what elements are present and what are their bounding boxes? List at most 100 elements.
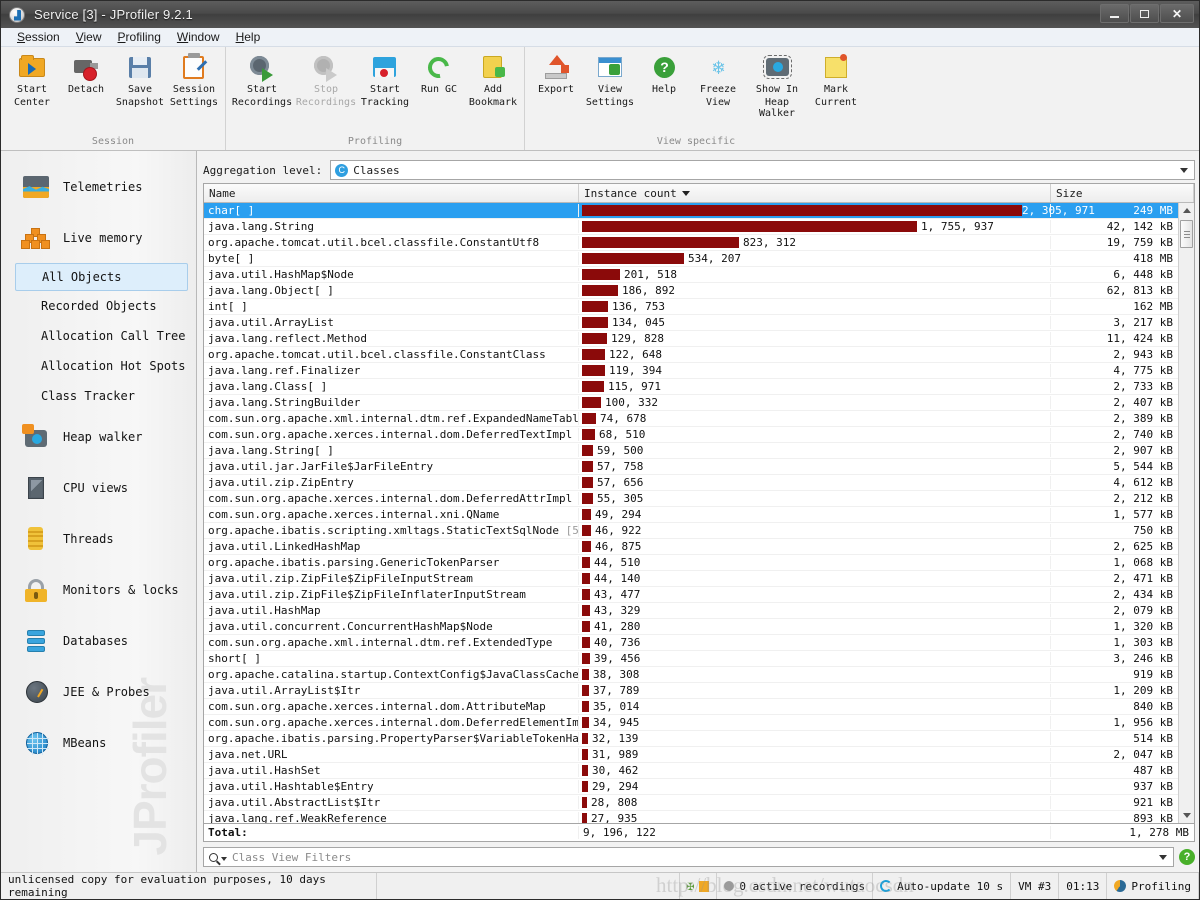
mark-current-button[interactable]: Mark Current	[809, 52, 863, 108]
table-row[interactable]: org.apache.tomcat.util.bcel.classfile.Co…	[204, 235, 1178, 251]
flag-icon[interactable]	[699, 880, 710, 892]
table-row[interactable]: com.sun.org.apache.xerces.internal.xni.Q…	[204, 507, 1178, 523]
sidebar-item-all-objects[interactable]: All Objects	[15, 263, 188, 291]
table-row[interactable]: com.sun.org.apache.xerces.internal.dom.D…	[204, 491, 1178, 507]
table-row[interactable]: java.util.zip.ZipEntry 57, 656 4, 612 kB	[204, 475, 1178, 491]
table-row[interactable]: java.util.zip.ZipFile$ZipFileInflaterInp…	[204, 587, 1178, 603]
sidebar-item-class-tracker[interactable]: Class Tracker	[1, 381, 196, 411]
menu-item-session[interactable]: Session	[9, 28, 68, 47]
table-row[interactable]: java.lang.StringBuilder 100, 332 2, 407 kB	[204, 395, 1178, 411]
auto-update-status[interactable]: Auto-update 10 s	[873, 873, 1012, 899]
sidebar-item-databases[interactable]: Databases	[1, 615, 196, 666]
sidebar-item-telemetries[interactable]: Telemetries	[1, 161, 196, 212]
table-row[interactable]: java.util.AbstractList$Itr 28, 808 921 kB	[204, 795, 1178, 811]
sidebar-item-heap-walker[interactable]: Heap walker	[1, 411, 196, 462]
table-row[interactable]: java.util.concurrent.ConcurrentHashMap$N…	[204, 619, 1178, 635]
table-row[interactable]: java.util.LinkedHashMap 46, 875 2, 625 kB	[204, 539, 1178, 555]
instance-count-value: 31, 989	[592, 748, 639, 761]
run-gc-button[interactable]: Run GC	[412, 52, 466, 95]
start-recordings-button[interactable]: Start Recordings	[230, 52, 294, 108]
minimize-button[interactable]	[1100, 4, 1129, 23]
scrollbar-thumb[interactable]	[1180, 220, 1193, 248]
table-row[interactable]: java.lang.reflect.Method 129, 828 11, 424 …	[204, 331, 1178, 347]
start-center-button[interactable]: Start Center	[5, 52, 59, 108]
table-row[interactable]: com.sun.org.apache.xerces.internal.dom.D…	[204, 427, 1178, 443]
help-button[interactable]: ? Help	[637, 52, 691, 95]
detach-button[interactable]: Detach	[59, 52, 113, 95]
table-row[interactable]: org.apache.ibatis.scripting.xmltags.Stat…	[204, 523, 1178, 539]
table-row[interactable]: java.util.zip.ZipFile$ZipFileInputStream…	[204, 571, 1178, 587]
freeze-view-button[interactable]: ❄ Freeze View	[691, 52, 745, 108]
sidebar-item-allocation-hot-spots[interactable]: Allocation Hot Spots	[1, 351, 196, 381]
table-row[interactable]: com.sun.org.apache.xerces.internal.dom.D…	[204, 715, 1178, 731]
table-row[interactable]: com.sun.org.apache.xerces.internal.dom.A…	[204, 699, 1178, 715]
save-snapshot-button[interactable]: Save Snapshot	[113, 52, 167, 108]
table-row[interactable]: java.util.HashSet 30, 462 487 kB	[204, 763, 1178, 779]
table-row[interactable]: byte[ ] 534, 207 418 MB	[204, 251, 1178, 267]
scroll-up-button[interactable]	[1179, 203, 1194, 218]
add-bookmark-button[interactable]: Add Bookmark	[466, 52, 520, 108]
menu-item-help[interactable]: Help	[228, 28, 269, 47]
view-settings-button[interactable]: View Settings	[583, 52, 637, 108]
column-header-instance-count[interactable]: Instance count	[579, 184, 1051, 202]
cell-class-name: java.util.ArrayList	[204, 316, 579, 329]
help-icon[interactable]: ?	[1179, 849, 1195, 865]
sidebar-item-live-memory[interactable]: Live memory	[1, 212, 196, 263]
menu-item-profiling[interactable]: Profiling	[110, 28, 169, 47]
table-row[interactable]: java.util.ArrayList$Itr 37, 789 1, 209 kB	[204, 683, 1178, 699]
export-button[interactable]: Export	[529, 52, 583, 95]
table-row[interactable]: java.lang.ref.Finalizer 119, 394 4, 775 kB	[204, 363, 1178, 379]
close-button[interactable]: ✕	[1160, 4, 1194, 23]
vm-status[interactable]: VM #3	[1011, 873, 1060, 899]
active-recordings-status[interactable]: 0 active recordings	[717, 873, 874, 899]
table-row[interactable]: java.lang.ref.WeakReference 27, 935 893 kB	[204, 811, 1178, 823]
aggregation-level-select[interactable]: C Classes	[330, 160, 1195, 180]
sidebar-item-jee-probes[interactable]: JEE & Probes	[1, 666, 196, 717]
maximize-button[interactable]	[1130, 4, 1159, 23]
bookmark-controls[interactable]: ✠	[680, 873, 718, 899]
table-row[interactable]: java.lang.Class[ ] 115, 971 2, 733 kB	[204, 379, 1178, 395]
menu-item-window[interactable]: Window	[169, 28, 228, 47]
profiling-status[interactable]: Profiling	[1107, 873, 1199, 899]
scrollbar-track[interactable]	[1179, 218, 1194, 808]
table-row[interactable]: java.lang.Object[ ] 186, 892 62, 813 kB	[204, 283, 1178, 299]
vertical-scrollbar[interactable]	[1178, 203, 1194, 823]
table-row[interactable]: int[ ] 136, 753 162 MB	[204, 299, 1178, 315]
sidebar-item-monitors-locks[interactable]: Monitors & locks	[1, 564, 196, 615]
table-row[interactable]: java.util.ArrayList 134, 045 3, 217 kB	[204, 315, 1178, 331]
menu-item-view[interactable]: View	[68, 28, 110, 47]
column-header-size[interactable]: Size	[1051, 184, 1194, 202]
table-row[interactable]: org.apache.catalina.startup.ContextConfi…	[204, 667, 1178, 683]
start-tracking-button[interactable]: Start Tracking	[358, 52, 412, 108]
table-row[interactable]: java.util.Hashtable$Entry 29, 294 937 kB	[204, 779, 1178, 795]
table-row[interactable]: java.lang.String[ ] 59, 500 2, 907 kB	[204, 443, 1178, 459]
session-settings-button[interactable]: Session Settings	[167, 52, 221, 108]
table-row[interactable]: java.util.HashMap 43, 329 2, 079 kB	[204, 603, 1178, 619]
table-row[interactable]: org.apache.tomcat.util.bcel.classfile.Co…	[204, 347, 1178, 363]
sidebar-item-cpu-views[interactable]: CPU views	[1, 462, 196, 513]
instance-count-value: 1, 755, 937	[921, 220, 994, 233]
cell-instance-count: 1, 755, 937	[579, 220, 1051, 233]
class-view-filter[interactable]: Class View Filters	[203, 847, 1174, 867]
show-in-heap-walker-button[interactable]: Show In Heap Walker	[745, 52, 809, 119]
table-row[interactable]: java.net.URL 31, 989 2, 047 kB	[204, 747, 1178, 763]
table-row[interactable]: java.util.jar.JarFile$JarFileEntry 57, 75…	[204, 459, 1178, 475]
table-row[interactable]: com.sun.org.apache.xml.internal.dtm.ref.…	[204, 411, 1178, 427]
filter-dropdown-icon[interactable]	[1159, 855, 1167, 860]
chevron-down-icon[interactable]	[221, 857, 227, 861]
add-bookmark-icon[interactable]: ✠	[687, 879, 695, 894]
sidebar-item-threads[interactable]: Threads	[1, 513, 196, 564]
instance-count-value: 28, 808	[591, 796, 638, 809]
sidebar-item-recorded-objects[interactable]: Recorded Objects	[1, 291, 196, 321]
table-row[interactable]: java.util.HashMap$Node 201, 518 6, 448 kB	[204, 267, 1178, 283]
column-header-name[interactable]: Name	[204, 184, 579, 202]
table-row[interactable]: char[ ] 2, 305, 971 249 MB	[204, 203, 1178, 219]
table-row[interactable]: java.lang.String 1, 755, 937 42, 142 kB	[204, 219, 1178, 235]
sidebar-item-mbeans[interactable]: MBeans	[1, 717, 196, 768]
sidebar-item-allocation-call-tree[interactable]: Allocation Call Tree	[1, 321, 196, 351]
table-row[interactable]: com.sun.org.apache.xml.internal.dtm.ref.…	[204, 635, 1178, 651]
table-row[interactable]: short[ ] 39, 456 3, 246 kB	[204, 651, 1178, 667]
table-row[interactable]: org.apache.ibatis.parsing.PropertyParser…	[204, 731, 1178, 747]
scroll-down-button[interactable]	[1179, 808, 1194, 823]
table-row[interactable]: org.apache.ibatis.parsing.GenericTokenPa…	[204, 555, 1178, 571]
